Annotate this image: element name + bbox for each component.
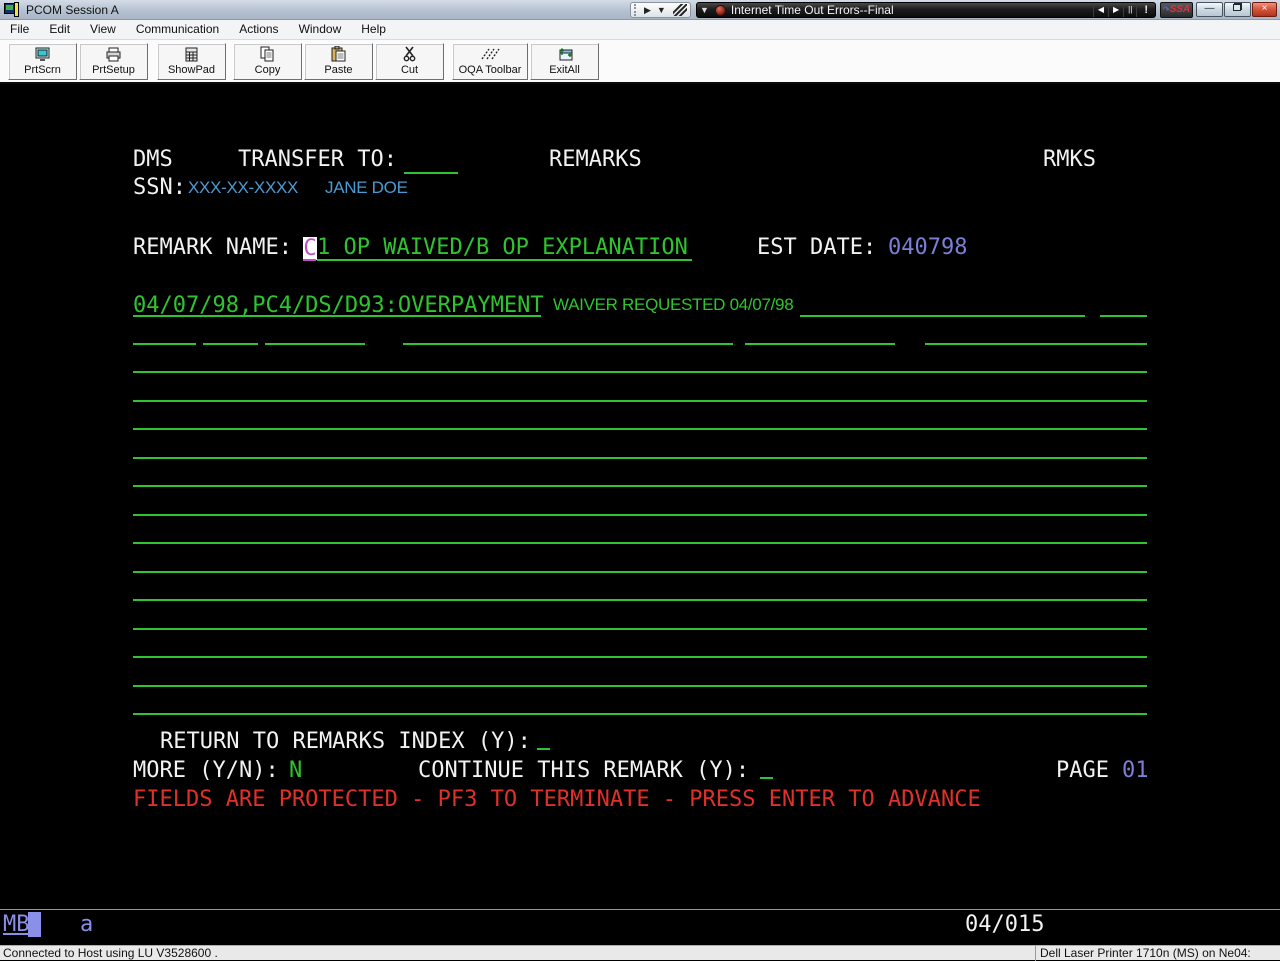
paste-icon xyxy=(330,45,347,63)
field-underline xyxy=(133,315,541,317)
keypad-icon xyxy=(184,45,199,63)
toolbar-button-label: PrtSetup xyxy=(92,63,135,77)
pause-button[interactable]: || xyxy=(1123,3,1136,17)
connection-status: Connected to Host using LU V3528600 . xyxy=(3,946,218,960)
minimize-button[interactable]: — xyxy=(1196,2,1223,17)
field-underline xyxy=(133,514,1147,516)
cut-button[interactable]: Cut xyxy=(375,43,444,80)
field-underline xyxy=(133,457,1147,459)
protected-fields-message: FIELDS ARE PROTECTED - PF3 TO TERMINATE … xyxy=(133,788,981,812)
menu-communication[interactable]: Communication xyxy=(126,20,229,39)
alert-button[interactable]: ! xyxy=(1136,3,1155,17)
printer-setup-icon xyxy=(105,45,122,63)
title-bar[interactable]: PCOM Session A ▶ ▼ ▼ Internet Time Out E… xyxy=(0,0,1280,20)
page-number: 01 xyxy=(1122,759,1149,783)
field-underline xyxy=(925,343,1147,345)
field-underline xyxy=(133,685,1147,687)
oia-indicator-block xyxy=(28,912,41,937)
hatch-icon xyxy=(480,45,500,63)
remark-field-lines xyxy=(0,84,1280,945)
toolbar-button-label: ExitAll xyxy=(549,63,580,77)
globe-icon xyxy=(715,5,726,16)
restore-icon xyxy=(1233,3,1242,11)
field-underline xyxy=(745,343,895,345)
field-underline xyxy=(133,400,1147,402)
continue-remark-label: CONTINUE THIS REMARK (Y): xyxy=(418,759,749,783)
field-underline xyxy=(1100,315,1147,317)
showpad-button[interactable]: ShowPad xyxy=(157,43,226,80)
oqa-toolbar-button[interactable]: OQA Toolbar xyxy=(452,43,528,80)
field-underline xyxy=(537,748,550,750)
cursor-position-indicator: 04/015 xyxy=(965,913,1044,937)
status-bar: Connected to Host using LU V3528600 . De… xyxy=(0,945,1280,960)
field-underline xyxy=(133,571,1147,573)
document-title: Internet Time Out Errors--Final xyxy=(731,3,1093,17)
copy-icon xyxy=(259,45,276,63)
field-underline xyxy=(133,713,1147,715)
terminal-screen[interactable]: DMS TRANSFER TO: REMARKS RMKS SSN: XXX-X… xyxy=(0,84,1280,945)
pcom-window: PCOM Session A ▶ ▼ ▼ Internet Time Out E… xyxy=(0,0,1280,960)
window-title: PCOM Session A xyxy=(26,3,119,17)
menu-help[interactable]: Help xyxy=(351,20,396,39)
menu-view[interactable]: View xyxy=(80,20,126,39)
field-underline xyxy=(203,343,258,345)
exitall-button[interactable]: ExitAll xyxy=(530,43,599,80)
oia-separator xyxy=(0,909,1280,910)
play-macro-button[interactable]: ▶ xyxy=(641,3,654,17)
printer-status: Dell Laser Printer 1710n (MS) on Ne04: xyxy=(1035,946,1280,961)
field-underline xyxy=(317,259,692,261)
nav-back-button[interactable]: ◀ xyxy=(1093,3,1108,17)
app-icon xyxy=(4,2,20,18)
toolbar-button-label: Paste xyxy=(324,63,352,77)
page-label: PAGE xyxy=(1056,759,1109,783)
button-toolbar: PrtScrn PrtSetup ShowPad Copy Paste xyxy=(0,40,1280,84)
oia-status: MB xyxy=(3,913,30,937)
more-value[interactable]: N xyxy=(289,759,302,783)
close-button[interactable]: × xyxy=(1252,2,1277,17)
menu-bar: File Edit View Communication Actions Win… xyxy=(0,20,1280,40)
nav-forward-button[interactable]: ▶ xyxy=(1108,3,1123,17)
toolbar-button-label: OQA Toolbar xyxy=(459,63,522,77)
field-underline xyxy=(133,485,1147,487)
titlebar-toolbar-group: ▶ ▼ xyxy=(630,2,691,18)
field-underline xyxy=(133,542,1147,544)
field-underline xyxy=(265,343,365,345)
field-underline xyxy=(133,599,1147,601)
field-underline xyxy=(404,172,458,174)
exit-window-icon xyxy=(556,45,574,63)
prtscrn-button[interactable]: PrtScrn xyxy=(8,43,77,80)
menu-edit[interactable]: Edit xyxy=(39,20,80,39)
oqa-hatch-icon[interactable] xyxy=(673,4,687,16)
return-index-label: RETURN TO REMARKS INDEX (Y): xyxy=(160,730,531,754)
toolbar-button-label: Cut xyxy=(401,63,418,77)
ssa-logo: ↷SSA xyxy=(1160,2,1193,18)
prtsetup-button[interactable]: PrtSetup xyxy=(79,43,148,80)
strip-dropdown-chevron[interactable]: ▼ xyxy=(697,3,712,17)
menu-actions[interactable]: Actions xyxy=(229,20,288,39)
field-underline xyxy=(133,628,1147,630)
toolbar-grip-handle[interactable] xyxy=(634,4,638,16)
toolbar-button-label: PrtScrn xyxy=(24,63,61,77)
field-underline xyxy=(800,315,1085,317)
menu-window[interactable]: Window xyxy=(289,20,352,39)
oia-session-letter: a xyxy=(80,913,93,937)
macro-dropdown-chevron[interactable]: ▼ xyxy=(654,3,669,17)
field-underline xyxy=(133,428,1147,430)
restore-button[interactable] xyxy=(1224,2,1251,17)
field-underline xyxy=(133,371,1147,373)
more-label: MORE (Y/N): xyxy=(133,759,279,783)
field-underline xyxy=(133,656,1147,658)
scissors-icon xyxy=(402,45,418,63)
toolbar-button-label: ShowPad xyxy=(168,63,215,77)
toolbar-button-label: Copy xyxy=(255,63,281,77)
document-title-strip: ▼ Internet Time Out Errors--Final ◀ ▶ ||… xyxy=(696,2,1156,18)
field-underline xyxy=(133,343,196,345)
field-underline xyxy=(760,777,773,779)
copy-button[interactable]: Copy xyxy=(233,43,302,80)
paste-button[interactable]: Paste xyxy=(304,43,373,80)
print-screen-icon xyxy=(34,45,51,63)
field-underline xyxy=(403,343,733,345)
menu-file[interactable]: File xyxy=(0,20,39,39)
